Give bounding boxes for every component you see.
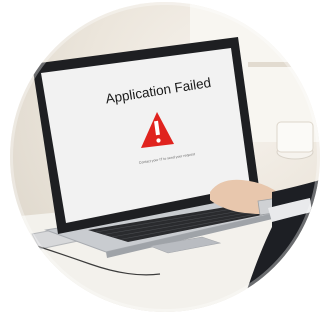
coffee-cup-body [276, 121, 314, 153]
stage: Application Failed Contact your IT to se… [0, 0, 329, 324]
background-shelf [248, 62, 320, 67]
photo-circle: Application Failed Contact your IT to se… [10, 2, 320, 312]
